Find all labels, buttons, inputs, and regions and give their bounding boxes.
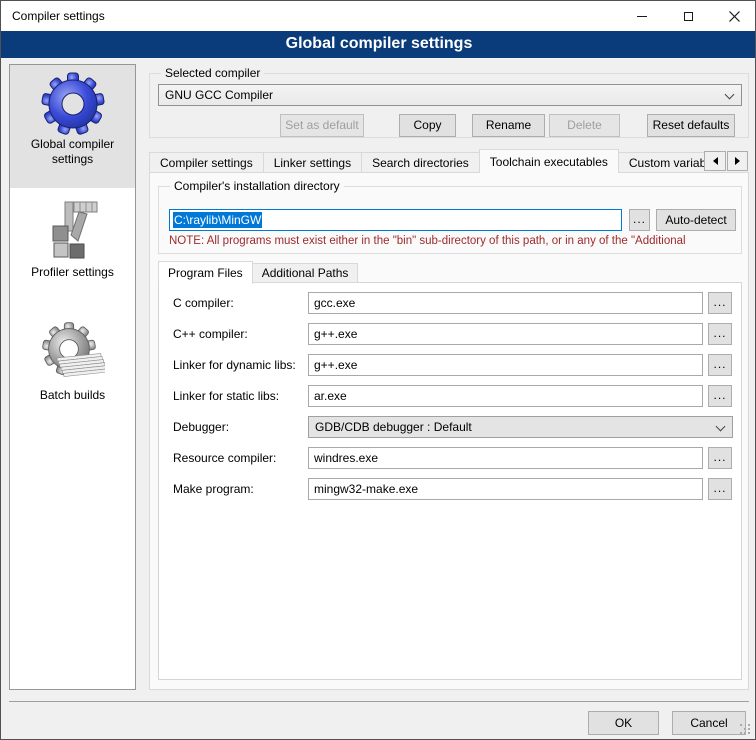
linker-dynamic-label: Linker for dynamic libs: <box>173 354 296 376</box>
cancel-button[interactable]: Cancel <box>672 711 746 735</box>
resource-compiler-browse-button[interactable]: ... <box>708 447 732 469</box>
debugger-select[interactable]: GDB/CDB debugger : Default <box>308 416 733 438</box>
title-bar: Compiler settings <box>1 1 756 31</box>
installation-directory-group-label: Compiler's installation directory <box>170 179 344 193</box>
resource-compiler-label: Resource compiler: <box>173 447 276 469</box>
program-files-tab-strip: Program Files Additional Paths <box>158 260 358 283</box>
resource-compiler-input[interactable]: windres.exe <box>308 447 703 469</box>
arrow-right-icon <box>735 157 740 165</box>
toolchain-executables-page: Compiler's installation directory C:\ray… <box>149 172 749 690</box>
tab-program-files[interactable]: Program Files <box>158 261 253 284</box>
compiler-settings-dialog: Compiler settings Global compiler settin… <box>0 0 756 740</box>
sidebar-item-label: Batch builds <box>10 388 135 403</box>
footer-divider <box>9 701 749 702</box>
sidebar-item-label: Profiler settings <box>10 265 135 280</box>
c-compiler-browse-button[interactable]: ... <box>708 292 732 314</box>
compiler-select[interactable]: GNU GCC Compiler <box>158 84 742 106</box>
close-button[interactable] <box>711 1 756 31</box>
debugger-select-value: GDB/CDB debugger : Default <box>315 420 472 434</box>
linker-dynamic-input[interactable]: g++.exe <box>308 354 703 376</box>
linker-static-label: Linker for static libs: <box>173 385 279 407</box>
bin-subdirectory-note: NOTE: All programs must exist either in … <box>169 235 741 247</box>
sidebar-item-profiler-settings[interactable]: Profiler settings <box>10 193 135 293</box>
selected-compiler-group: Selected compiler GNU GCC Compiler Set a… <box>149 73 749 138</box>
make-program-label: Make program: <box>173 478 254 500</box>
blue-gear-icon <box>41 71 105 135</box>
linker-static-browse-button[interactable]: ... <box>708 385 732 407</box>
close-icon <box>729 11 740 22</box>
tab-toolchain-executables[interactable]: Toolchain executables <box>479 149 619 173</box>
caliper-profiler-icon <box>41 199 105 263</box>
linker-dynamic-browse-button[interactable]: ... <box>708 354 732 376</box>
page-title: Global compiler settings <box>1 31 756 58</box>
tab-compiler-settings[interactable]: Compiler settings <box>149 152 264 173</box>
c-compiler-input[interactable]: gcc.exe <box>308 292 703 314</box>
settings-sidebar: Global compiler settings Profiler settin… <box>9 64 136 690</box>
tab-scroll-right-button[interactable] <box>727 151 748 171</box>
installation-directory-browse-button[interactable]: ... <box>629 209 650 231</box>
tab-custom-variables[interactable]: Custom variables <box>618 152 705 173</box>
program-files-panel: C compiler: gcc.exe ... C++ compiler: g+… <box>158 282 742 680</box>
window-title: Compiler settings <box>12 1 105 31</box>
cpp-compiler-input[interactable]: g++.exe <box>308 323 703 345</box>
make-program-browse-button[interactable]: ... <box>708 478 732 500</box>
installation-directory-input[interactable]: C:\raylib\MinGW <box>169 209 622 231</box>
resize-grip[interactable] <box>740 724 752 736</box>
linker-static-input[interactable]: ar.exe <box>308 385 703 407</box>
installation-directory-selected-text: C:\raylib\MinGW <box>173 212 262 228</box>
maximize-button[interactable] <box>665 1 711 31</box>
cpp-compiler-label: C++ compiler: <box>173 323 248 345</box>
minimize-button[interactable] <box>619 1 665 31</box>
selected-compiler-group-label: Selected compiler <box>161 66 264 80</box>
tab-additional-paths[interactable]: Additional Paths <box>252 263 359 283</box>
c-compiler-label: C compiler: <box>173 292 234 314</box>
maximize-icon <box>684 12 693 21</box>
set-as-default-button: Set as default <box>280 114 364 137</box>
gray-gear-stack-icon <box>41 322 105 386</box>
sidebar-item-global-compiler-settings[interactable]: Global compiler settings <box>10 65 135 188</box>
installation-directory-group: Compiler's installation directory C:\ray… <box>158 186 742 254</box>
cpp-compiler-browse-button[interactable]: ... <box>708 323 732 345</box>
main-tab-strip: Compiler settings Linker settings Search… <box>149 148 705 173</box>
sidebar-item-batch-builds[interactable]: Batch builds <box>10 316 135 416</box>
delete-button: Delete <box>549 114 620 137</box>
debugger-label: Debugger: <box>173 416 229 438</box>
rename-button[interactable]: Rename <box>472 114 545 137</box>
compiler-select-value: GNU GCC Compiler <box>165 88 273 102</box>
chevron-down-icon <box>716 422 726 432</box>
arrow-left-icon <box>713 157 718 165</box>
make-program-input[interactable]: mingw32-make.exe <box>308 478 703 500</box>
window-controls <box>619 1 756 31</box>
ok-button[interactable]: OK <box>588 711 659 735</box>
tab-linker-settings[interactable]: Linker settings <box>263 152 362 173</box>
copy-button[interactable]: Copy <box>399 114 456 137</box>
tab-scroll-left-button[interactable] <box>704 151 726 171</box>
minimize-icon <box>637 16 647 17</box>
chevron-down-icon <box>725 90 735 100</box>
sidebar-item-label: Global compiler settings <box>10 137 135 167</box>
auto-detect-button[interactable]: Auto-detect <box>656 209 736 231</box>
tab-search-directories[interactable]: Search directories <box>361 152 480 173</box>
reset-defaults-button[interactable]: Reset defaults <box>647 114 735 137</box>
